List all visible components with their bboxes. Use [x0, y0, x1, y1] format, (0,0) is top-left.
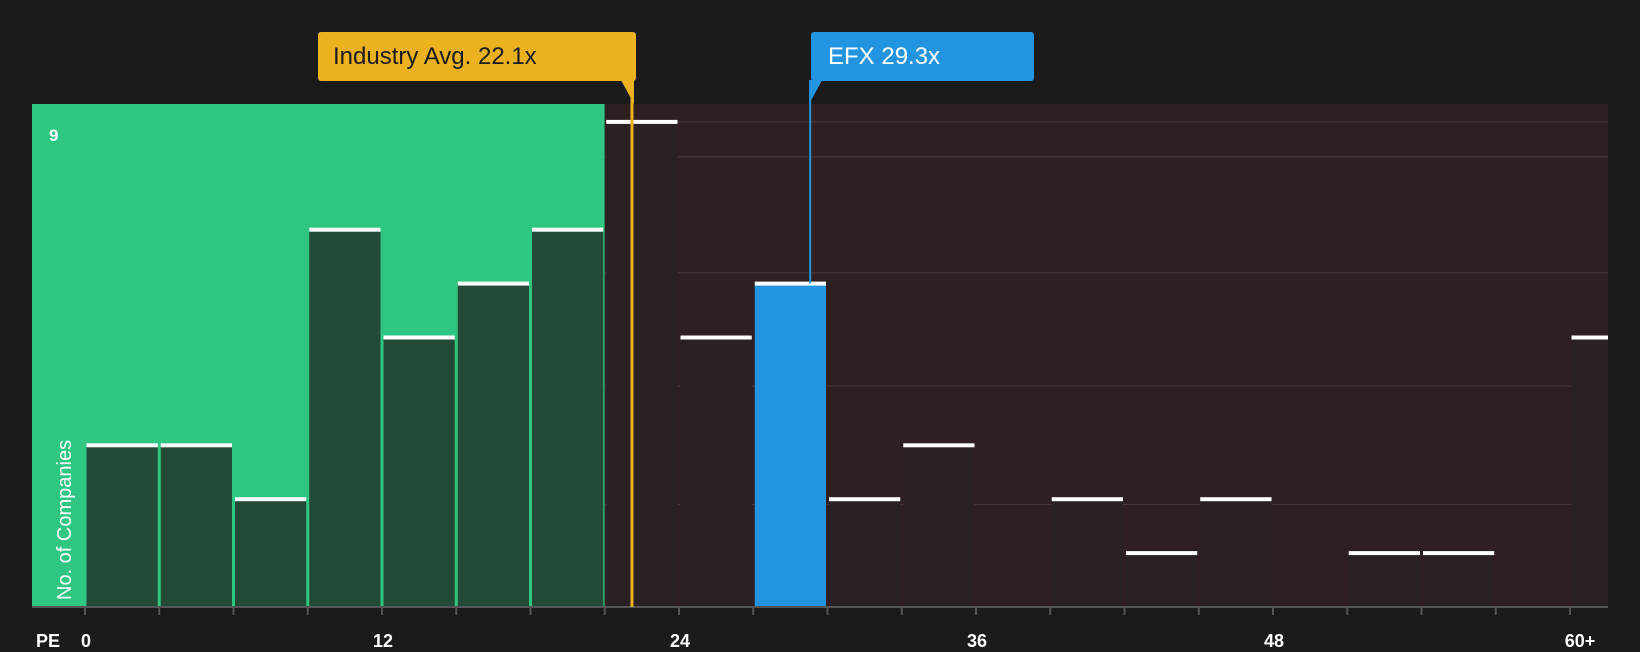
x-tick-label: 60+ [1564, 631, 1596, 651]
company-bar [754, 283, 826, 607]
x-axis-title: PE [36, 631, 61, 651]
histogram-bar [1348, 553, 1420, 607]
histogram-bar [86, 445, 158, 607]
histogram-bar [606, 121, 678, 608]
company-callout: EFX 29.3x [811, 32, 1034, 81]
histogram-bar [1200, 499, 1272, 607]
bar-cap [86, 443, 158, 448]
histogram-bar [1423, 553, 1495, 607]
bar-cap [1571, 335, 1608, 340]
x-tick-label: 24 [669, 631, 691, 651]
histogram-bar [829, 499, 901, 607]
histogram-bar [1571, 337, 1608, 607]
bar-cap [1348, 551, 1420, 556]
bar-cap [309, 227, 381, 232]
histogram-bar [457, 283, 529, 607]
bar-cap [383, 335, 455, 340]
x-tick-label: 48 [1263, 631, 1285, 651]
histogram-bar [309, 229, 381, 607]
bar-cap [1200, 497, 1272, 502]
pe-distribution-chart [32, 80, 1608, 615]
bar-cap [1126, 551, 1198, 556]
histogram-bar [235, 499, 307, 607]
bar-cap [754, 281, 826, 286]
bar-cap [1423, 551, 1495, 556]
bar-cap [457, 281, 529, 286]
bar-cap [235, 497, 307, 502]
bar-cap [606, 119, 678, 124]
x-tick-label: 36 [966, 631, 988, 651]
histogram-bar [383, 337, 455, 607]
x-tick-label: 0 [80, 631, 92, 651]
x-ticks [84, 607, 1571, 615]
histogram-bar [160, 445, 232, 607]
x-tick-label: 12 [372, 631, 394, 651]
histogram-bar [903, 445, 975, 607]
histogram-bar [532, 229, 604, 607]
bar-cap [829, 497, 901, 502]
histogram-bar [680, 337, 752, 607]
bar-cap [903, 443, 975, 448]
bar-cap [1051, 497, 1123, 502]
histogram-bar [1126, 553, 1198, 607]
industry-avg-callout: Industry Avg. 22.1x [318, 32, 636, 81]
y-axis-title: No. of Companies [54, 439, 76, 600]
bar-cap [160, 443, 232, 448]
y-max-label: 9 [49, 126, 59, 145]
bar-cap [532, 227, 604, 232]
bar-cap [680, 335, 752, 340]
histogram-bar [1051, 499, 1123, 607]
